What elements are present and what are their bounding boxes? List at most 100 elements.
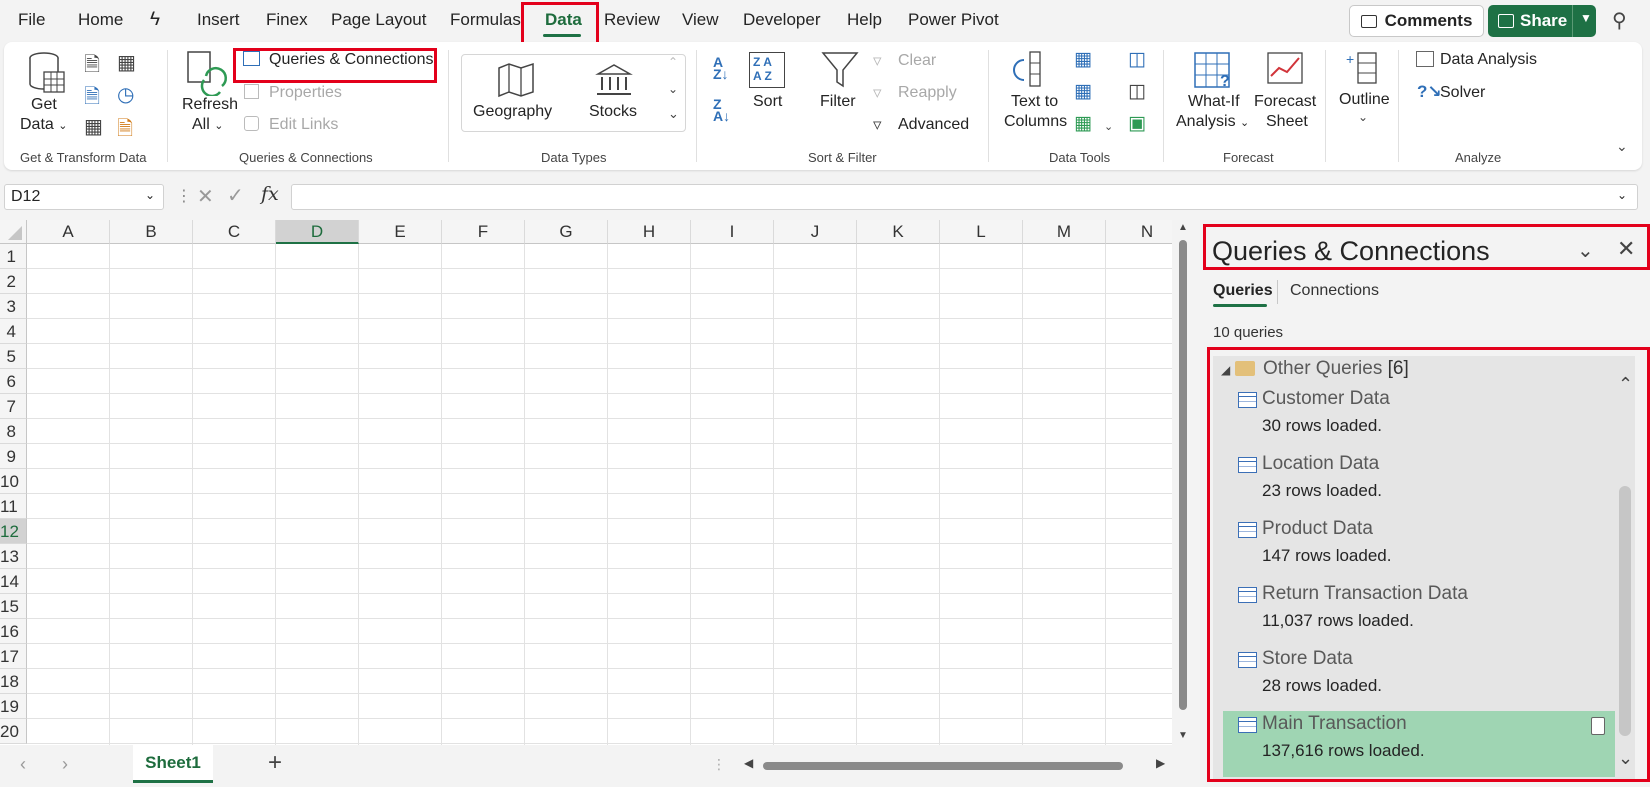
from-table-icon[interactable]: ▦ [84, 114, 103, 139]
vertical-scroll-thumb[interactable] [1179, 240, 1187, 710]
menu-power-pivot[interactable]: Power Pivot [908, 10, 999, 30]
menu-view[interactable]: View [682, 10, 719, 30]
row-header[interactable]: 5 [0, 344, 27, 369]
row-header[interactable]: 9 [0, 444, 27, 469]
outline-button[interactable]: Outline [1339, 89, 1390, 110]
reapply-button[interactable]: Reapply [898, 82, 957, 103]
row-header[interactable]: 3 [0, 294, 27, 319]
column-header[interactable]: N [1106, 220, 1172, 244]
next-sheet-icon[interactable]: › [62, 754, 68, 775]
text-to-columns-button[interactable]: Columns [1004, 111, 1067, 132]
horizontal-scroll-thumb[interactable] [763, 762, 1123, 770]
select-all-corner[interactable] [0, 220, 27, 244]
column-header[interactable]: B [110, 220, 193, 244]
worksheet-grid[interactable]: ABCDEFGHIJKLMN 1 2 3 4 5 6 7 8 9 10 11 12 13 14 15 16 17… [0, 220, 1172, 745]
from-text-icon[interactable]: 🗎 [84, 50, 100, 84]
edit-links-button[interactable]: Edit Links [269, 114, 338, 135]
properties-button[interactable]: Properties [269, 82, 342, 103]
get-data-button[interactable]: Data ⌄ [20, 114, 67, 137]
solver-button[interactable]: Solver [1440, 82, 1485, 103]
column-header[interactable]: C [193, 220, 276, 244]
gallery-more-icon[interactable]: ⌄ [668, 106, 679, 122]
data-validation-icon[interactable]: ▦ [1074, 112, 1092, 135]
advanced-button[interactable]: Advanced [898, 114, 969, 135]
row-header[interactable]: 14 [0, 569, 27, 594]
row-header[interactable]: 10 [0, 469, 27, 494]
column-header[interactable]: H [608, 220, 691, 244]
row-header[interactable]: 20 [0, 719, 27, 744]
row-header[interactable]: 4 [0, 319, 27, 344]
from-web-icon[interactable]: 🗎 [84, 82, 100, 116]
prev-sheet-icon[interactable]: ‹ [20, 754, 26, 775]
person-icon[interactable]: ⚲ [1612, 8, 1627, 33]
recent-sources-icon[interactable]: ◷ [117, 82, 134, 107]
lightning-icon[interactable]: ϟ [150, 9, 160, 31]
tab-queries[interactable]: Queries [1213, 282, 1273, 300]
name-box[interactable]: D12 ⌄ [4, 184, 164, 210]
sheet-tab-sheet1[interactable]: Sheet1 [133, 745, 213, 783]
vertical-scrollbar-track[interactable]: ▲ ▼ [1176, 220, 1190, 745]
menu-finex[interactable]: Finex [266, 10, 308, 30]
column-header[interactable]: F [442, 220, 525, 244]
formula-input[interactable]: ⌄ [291, 184, 1638, 210]
row-header[interactable]: 1 [0, 244, 27, 269]
menu-file[interactable]: File [18, 10, 45, 30]
row-header[interactable]: 11 [0, 494, 27, 519]
from-picture-icon[interactable]: ▦ [117, 50, 136, 75]
refresh-all-button[interactable]: All ⌄ [192, 114, 223, 137]
chevron-down-icon[interactable]: ⌄ [1358, 110, 1368, 124]
column-header[interactable]: I [691, 220, 774, 244]
existing-connections-icon[interactable]: 🗎 [117, 114, 133, 148]
tab-splitter-icon[interactable]: ⋮ [712, 756, 726, 773]
get-data-label-1[interactable]: Get [31, 94, 57, 115]
chevron-down-icon[interactable]: ⌄ [145, 188, 155, 202]
comments-button[interactable]: Comments [1349, 5, 1484, 37]
row-header[interactable]: 13 [0, 544, 27, 569]
row-header[interactable]: 17 [0, 644, 27, 669]
cancel-icon[interactable]: ✕ [197, 184, 214, 209]
row-header[interactable]: 15 [0, 594, 27, 619]
row-header[interactable]: 19 [0, 694, 27, 719]
relationships-icon[interactable]: ◫ [1128, 80, 1146, 103]
chevron-down-icon[interactable]: ▼ [1580, 11, 1592, 25]
row-header[interactable]: 6 [0, 369, 27, 394]
menu-review[interactable]: Review [604, 10, 660, 30]
scroll-right-icon[interactable]: ▶ [1156, 756, 1165, 770]
sort-z-a-icon[interactable]: Z A↓ [713, 97, 730, 123]
menu-developer[interactable]: Developer [743, 10, 821, 30]
more-options-icon[interactable]: ⋮ [176, 186, 192, 206]
insert-function-icon[interactable]: fx [261, 183, 279, 205]
flash-fill-icon[interactable]: ▦ [1074, 48, 1092, 71]
gallery-down-icon[interactable]: ⌄ [668, 82, 678, 96]
filter-button[interactable]: Filter [820, 91, 856, 112]
forecast-label-1[interactable]: Forecast [1254, 91, 1316, 112]
stocks-button[interactable]: Stocks [589, 101, 637, 122]
sort-button[interactable]: Sort [753, 91, 782, 112]
row-header[interactable]: 8 [0, 419, 27, 444]
what-if-analysis-button[interactable]: Analysis ⌄ [1176, 111, 1249, 134]
column-header[interactable]: J [774, 220, 857, 244]
column-header[interactable]: M [1023, 220, 1106, 244]
clear-button[interactable]: Clear [898, 50, 936, 71]
data-analysis-button[interactable]: Data Analysis [1440, 49, 1537, 70]
collapse-ribbon-icon[interactable]: ⌄ [1616, 138, 1628, 155]
row-header[interactable]: 18 [0, 669, 27, 694]
add-sheet-icon[interactable]: + [268, 749, 282, 777]
row-header[interactable]: 2 [0, 269, 27, 294]
forecast-sheet-button[interactable]: Sheet [1266, 111, 1308, 132]
gallery-up-icon[interactable]: ⌃ [668, 55, 678, 69]
column-header[interactable]: G [525, 220, 608, 244]
menu-help[interactable]: Help [847, 10, 882, 30]
what-if-label-1[interactable]: What-If [1188, 91, 1240, 112]
row-header[interactable]: 7 [0, 394, 27, 419]
scroll-left-icon[interactable]: ◀ [744, 756, 753, 770]
column-header[interactable]: A [27, 220, 110, 244]
row-header[interactable]: 12 [0, 519, 27, 544]
column-header[interactable]: L [940, 220, 1023, 244]
menu-page-layout[interactable]: Page Layout [331, 10, 426, 30]
remove-duplicates-icon[interactable]: ▦ [1074, 80, 1092, 103]
consolidate-icon[interactable]: ◫ [1128, 48, 1146, 71]
column-header[interactable]: K [857, 220, 940, 244]
menu-insert[interactable]: Insert [197, 10, 240, 30]
text-to-label-1[interactable]: Text to [1011, 91, 1058, 112]
